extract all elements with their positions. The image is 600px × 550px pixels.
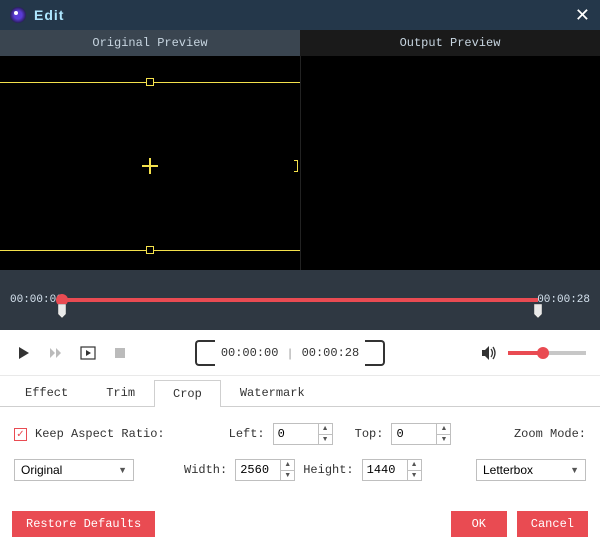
timeline: 00:00:00 00:00:28 <box>0 270 600 330</box>
volume-control <box>480 343 586 363</box>
width-label: Width: <box>184 463 227 477</box>
set-out-point-button[interactable] <box>365 340 385 366</box>
left-field[interactable] <box>274 424 318 444</box>
left-step-down[interactable]: ▼ <box>319 435 332 445</box>
top-step-down[interactable]: ▼ <box>437 435 450 445</box>
crop-center-icon[interactable] <box>142 158 158 174</box>
height-field[interactable] <box>363 460 407 480</box>
keep-aspect-ratio-checkbox[interactable]: ✓ <box>14 428 27 441</box>
volume-slider[interactable] <box>508 351 586 355</box>
close-icon[interactable]: ✕ <box>575 5 590 26</box>
playback-total-time: 00:00:28 <box>302 346 360 360</box>
volume-icon[interactable] <box>480 343 500 363</box>
crop-handle-bottom[interactable] <box>146 246 154 254</box>
time-separator: | <box>288 346 291 360</box>
keep-aspect-ratio-label: Keep Aspect Ratio: <box>35 427 165 441</box>
left-label: Left: <box>229 427 265 441</box>
next-frame-button[interactable] <box>78 343 98 363</box>
volume-knob[interactable] <box>537 347 549 359</box>
height-input[interactable]: ▲▼ <box>362 459 422 481</box>
playback-controls: 00:00:00 | 00:00:28 <box>0 330 600 376</box>
crop-handle-right[interactable] <box>294 160 298 172</box>
window-title: Edit <box>34 7 64 23</box>
ok-button[interactable]: OK <box>451 511 507 537</box>
playback-current-time: 00:00:00 <box>221 346 279 360</box>
timeline-track[interactable] <box>62 298 538 302</box>
timeline-end-time: 00:00:28 <box>537 294 590 306</box>
preview-canvases <box>0 56 600 270</box>
tab-bar: Effect Trim Crop Watermark <box>0 376 600 406</box>
top-label: Top: <box>355 427 384 441</box>
tab-trim[interactable]: Trim <box>87 379 154 406</box>
trim-end-marker[interactable] <box>534 304 542 318</box>
app-icon <box>10 7 26 23</box>
top-field[interactable] <box>392 424 436 444</box>
zoom-mode-select[interactable]: Letterbox ▼ <box>476 459 586 481</box>
output-preview <box>301 56 600 270</box>
top-step-up[interactable]: ▲ <box>437 424 450 435</box>
zoom-mode-value: Letterbox <box>483 463 533 477</box>
chevron-down-icon: ▼ <box>118 465 127 475</box>
original-preview[interactable] <box>0 56 301 270</box>
crop-form: ✓ Keep Aspect Ratio: Left: ▲▼ Top: ▲▼ Zo… <box>0 407 600 503</box>
trim-start-marker[interactable] <box>58 304 66 318</box>
timeline-start-time: 00:00:00 <box>10 294 63 306</box>
aspect-ratio-value: Original <box>21 463 62 477</box>
zoom-mode-label: Zoom Mode: <box>514 427 586 441</box>
top-input[interactable]: ▲▼ <box>391 423 451 445</box>
left-input[interactable]: ▲▼ <box>273 423 333 445</box>
height-label: Height: <box>303 463 353 477</box>
title-bar: Edit ✕ <box>0 0 600 30</box>
play-button[interactable] <box>14 343 34 363</box>
dialog-buttons: Restore Defaults OK Cancel <box>0 503 600 549</box>
trim-range-display: 00:00:00 | 00:00:28 <box>195 340 385 366</box>
tab-effect[interactable]: Effect <box>6 379 87 406</box>
crop-handle-top[interactable] <box>146 78 154 86</box>
chevron-down-icon: ▼ <box>570 465 579 475</box>
restore-defaults-button[interactable]: Restore Defaults <box>12 511 155 537</box>
tab-crop[interactable]: Crop <box>154 380 221 407</box>
height-step-down[interactable]: ▼ <box>408 471 421 481</box>
aspect-ratio-select[interactable]: Original ▼ <box>14 459 134 481</box>
output-preview-label: Output Preview <box>300 30 600 56</box>
timeline-fill <box>62 298 538 302</box>
width-step-down[interactable]: ▼ <box>281 471 294 481</box>
fast-forward-button[interactable] <box>46 343 66 363</box>
height-step-up[interactable]: ▲ <box>408 460 421 471</box>
cancel-button[interactable]: Cancel <box>517 511 588 537</box>
set-in-point-button[interactable] <box>195 340 215 366</box>
original-preview-label: Original Preview <box>0 30 300 56</box>
stop-button[interactable] <box>110 343 130 363</box>
width-field[interactable] <box>236 460 280 480</box>
width-step-up[interactable]: ▲ <box>281 460 294 471</box>
width-input[interactable]: ▲▼ <box>235 459 295 481</box>
tab-watermark[interactable]: Watermark <box>221 379 324 406</box>
preview-labels: Original Preview Output Preview <box>0 30 600 56</box>
left-step-up[interactable]: ▲ <box>319 424 332 435</box>
